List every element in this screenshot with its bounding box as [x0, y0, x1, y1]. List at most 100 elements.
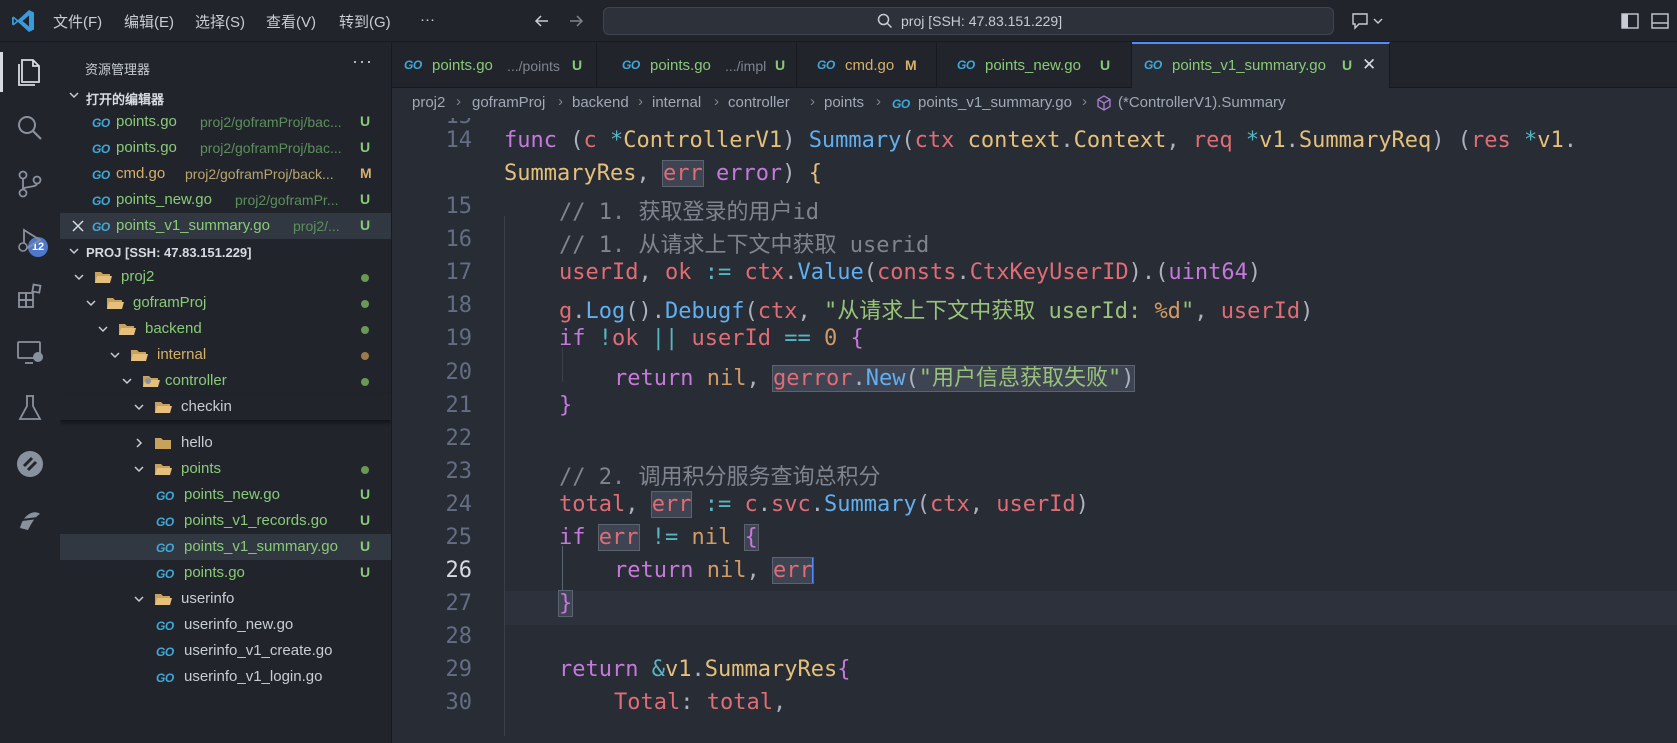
- open-editor-item[interactable]: GO points.go proj2/goframProj/bac... U: [60, 109, 391, 135]
- tab-close-button[interactable]: ✕: [1362, 55, 1376, 75]
- tree-item-label: hello: [181, 434, 213, 451]
- breadcrumb-item[interactable]: proj2: [412, 94, 445, 111]
- tree-file-selected[interactable]: GO points_v1_summary.go U: [60, 534, 391, 560]
- open-editor-item[interactable]: GO cmd.go proj2/goframProj/back... M: [60, 161, 391, 187]
- tree-folder-points[interactable]: points: [60, 456, 391, 482]
- tree-item-label: goframProj: [133, 294, 207, 311]
- git-status-badge: U: [1342, 57, 1353, 73]
- forward-arrow-icon[interactable]: [567, 12, 585, 30]
- breadcrumb-item[interactable]: internal: [652, 94, 701, 111]
- code-line: Total: total,: [614, 690, 787, 715]
- line-number: 18: [445, 293, 473, 318]
- open-editor-path: proj2/goframProj/bac...: [200, 114, 342, 130]
- tab-points-v1-summary-go[interactable]: GO points_v1_summary.go U ✕: [1132, 42, 1390, 88]
- testing-icon[interactable]: [14, 392, 46, 424]
- source-control-icon[interactable]: [14, 168, 46, 200]
- goframe-extension-icon[interactable]: [14, 504, 46, 536]
- git-status-badge: M: [905, 57, 917, 73]
- menu-file[interactable]: 文件(F): [53, 11, 102, 32]
- tab-points-go-points[interactable]: GO points.go .../points U: [392, 42, 597, 88]
- chevron-right-icon: [136, 438, 143, 448]
- tab-path: .../impl: [725, 58, 767, 74]
- toggle-primary-sidebar-icon[interactable]: [1620, 11, 1640, 31]
- breadcrumb-item[interactable]: controller: [728, 94, 790, 111]
- search-icon: [877, 13, 893, 29]
- explorer-icon[interactable]: [14, 56, 46, 88]
- open-editor-name: points_v1_summary.go: [116, 217, 270, 234]
- tree-folder-userinfo[interactable]: userinfo: [60, 586, 391, 612]
- tree-file[interactable]: GO points_new.go U: [60, 482, 391, 508]
- tree-folder-controller[interactable]: controller: [60, 368, 391, 394]
- close-icon[interactable]: [72, 220, 84, 232]
- line-number: 22: [445, 426, 473, 451]
- code-line: SummaryRes, err error) {: [504, 160, 822, 187]
- breadcrumb-item[interactable]: points: [824, 94, 864, 111]
- search-view-icon[interactable]: [14, 112, 46, 144]
- breadcrumb: proj2 › goframProj › backend › internal …: [392, 88, 1677, 118]
- vscode-logo-icon[interactable]: [10, 8, 36, 34]
- breadcrumb-item[interactable]: goframProj: [472, 94, 545, 111]
- open-editor-path: proj2/goframProj/back...: [185, 166, 334, 182]
- toggle-panel-icon[interactable]: [1650, 11, 1670, 31]
- tab-points-go-impl[interactable]: GO points.go .../impl U: [597, 42, 797, 88]
- modified-dot: [361, 378, 369, 386]
- tree-item-label: internal: [157, 346, 207, 363]
- folder-open-icon: [95, 272, 112, 283]
- tree-folder-backend[interactable]: backend: [60, 316, 391, 342]
- line-number: 29: [445, 657, 473, 682]
- code-editor[interactable]: 15 14 15 16 17 18 19 20 21 22 23 24 25 2…: [392, 118, 1677, 743]
- modified-dot: [361, 352, 369, 360]
- tree-file[interactable]: GO userinfo_v1_login.go: [60, 664, 391, 690]
- breadcrumb-item[interactable]: points_v1_summary.go: [918, 94, 1072, 111]
- open-editors-header[interactable]: 打开的编辑器: [60, 83, 391, 109]
- menu-more[interactable]: ···: [420, 11, 435, 28]
- tree-file[interactable]: GO userinfo_v1_create.go: [60, 638, 391, 664]
- code-line: if err != nil {: [559, 524, 759, 551]
- open-editor-item[interactable]: GO points.go proj2/goframProj/bac... U: [60, 135, 391, 161]
- remote-ssh-icon[interactable]: [14, 448, 46, 480]
- open-editor-item-active[interactable]: GO points_v1_summary.go proj2/... U: [60, 213, 391, 239]
- chevron-down-icon: [69, 92, 79, 99]
- remote-explorer-icon[interactable]: [14, 336, 46, 368]
- chevron-down-icon: [98, 326, 108, 333]
- open-editor-item[interactable]: GO points_new.go proj2/goframPr... U: [60, 187, 391, 213]
- menu-view[interactable]: 查看(V): [266, 11, 316, 32]
- indent-guide-active: [562, 546, 563, 580]
- tree-item-label: points_v1_records.go: [184, 512, 328, 529]
- go-file-icon: GO: [156, 645, 174, 659]
- extensions-icon[interactable]: [14, 280, 46, 312]
- chevron-right-icon: ›: [876, 93, 881, 110]
- active-indicator: [0, 52, 3, 92]
- open-editors-label: 打开的编辑器: [86, 92, 165, 107]
- menu-selection[interactable]: 选择(S): [195, 11, 245, 32]
- tree-folder-checkin[interactable]: checkin: [60, 394, 391, 420]
- tree-file[interactable]: GO points.go U: [60, 560, 391, 586]
- code-line: total, err := c.svc.Summary(ctx, userId): [559, 491, 1089, 518]
- git-status-badge: U: [360, 191, 371, 207]
- tab-cmd-go[interactable]: GO cmd.go M: [797, 42, 937, 88]
- tree-folder-proj2[interactable]: proj2: [60, 264, 391, 290]
- breadcrumb-item[interactable]: backend: [572, 94, 629, 111]
- tree-item-label: points_new.go: [184, 486, 280, 503]
- tree-folder-hello[interactable]: hello: [60, 430, 391, 456]
- back-arrow-icon[interactable]: [533, 12, 551, 30]
- tree-item-label: points.go: [184, 564, 245, 581]
- tree-folder-goframproj[interactable]: goframProj: [60, 290, 391, 316]
- breadcrumb-item[interactable]: (*ControllerV1).Summary: [1118, 94, 1286, 111]
- line-number: 24: [445, 492, 473, 517]
- command-center-search[interactable]: proj [SSH: 47.83.151.229]: [603, 7, 1334, 35]
- go-file-icon: GO: [156, 671, 174, 685]
- folder-section-header[interactable]: PROJ [SSH: 47.83.151.229]: [60, 239, 391, 265]
- tab-points-new-go[interactable]: GO points_new.go U: [937, 42, 1132, 88]
- menu-edit[interactable]: 编辑(E): [124, 11, 174, 32]
- explorer-more-actions-button[interactable]: ···: [352, 51, 373, 72]
- copilot-chat-icon[interactable]: [1350, 11, 1386, 31]
- tree-file[interactable]: GO userinfo_new.go: [60, 612, 391, 638]
- go-file-icon: GO: [892, 97, 910, 111]
- line-number: 20: [445, 360, 473, 385]
- tree-folder-internal[interactable]: internal: [60, 342, 391, 368]
- chevron-down-icon: [134, 596, 144, 603]
- run-debug-icon[interactable]: [14, 224, 46, 256]
- menu-go[interactable]: 转到(G): [339, 11, 391, 32]
- tree-file[interactable]: GO points_v1_records.go U: [60, 508, 391, 534]
